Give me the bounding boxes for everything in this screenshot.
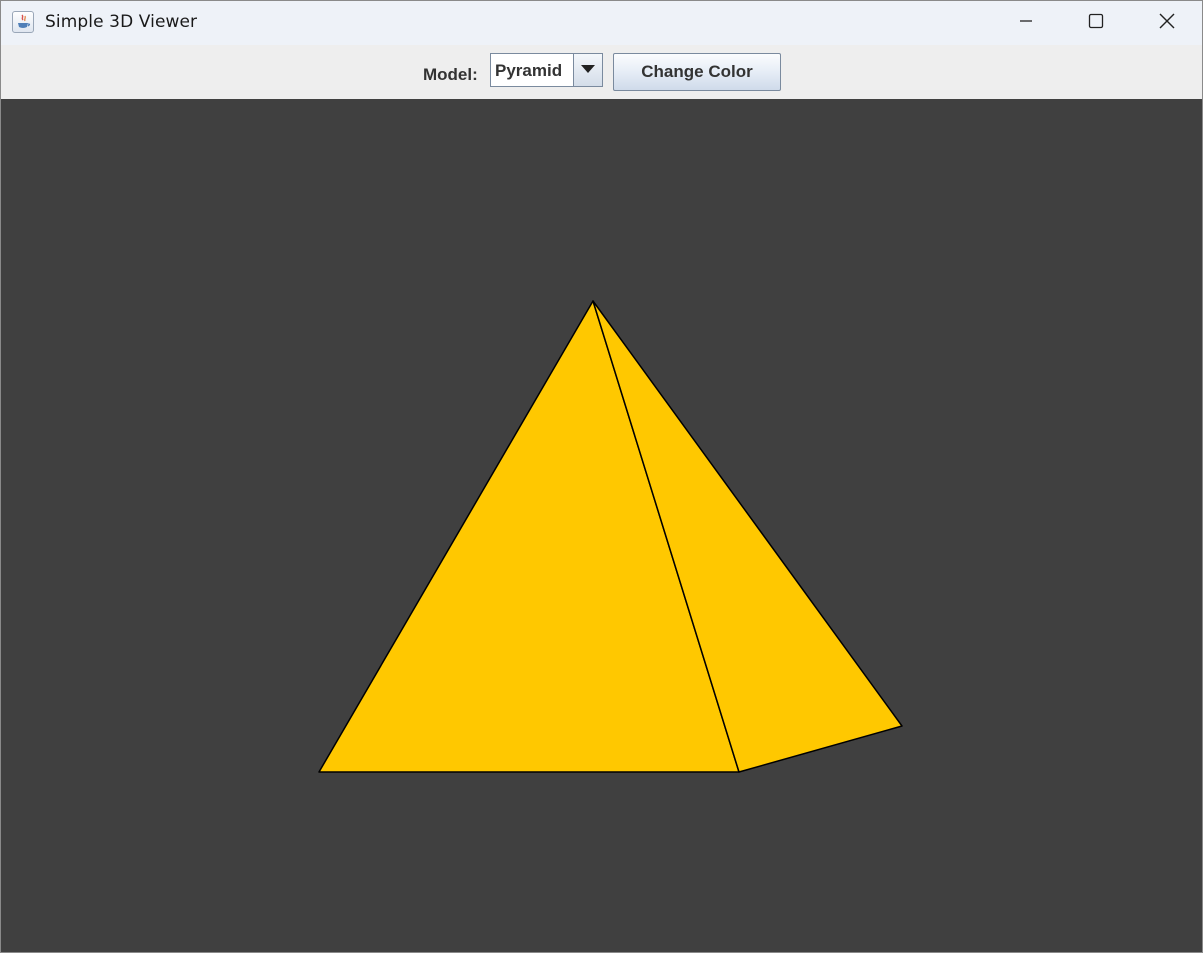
- window-title: Simple 3D Viewer: [45, 12, 198, 32]
- 3d-viewport[interactable]: [1, 99, 1202, 952]
- minimize-icon: [1018, 13, 1034, 34]
- toolbar: Model: Pyramid Change Color: [1, 45, 1202, 99]
- close-icon: [1158, 12, 1176, 35]
- minimize-button[interactable]: [991, 1, 1061, 45]
- maximize-icon: [1088, 13, 1104, 34]
- app-window: Simple 3D Viewer Model: Pyramid Change C…: [0, 0, 1203, 953]
- title-bar[interactable]: Simple 3D Viewer: [1, 1, 1202, 45]
- java-app-icon[interactable]: [12, 11, 34, 33]
- model-select[interactable]: Pyramid: [490, 53, 603, 87]
- chevron-down-icon: [581, 61, 595, 79]
- change-color-button[interactable]: Change Color: [613, 53, 781, 91]
- pyramid-render: [318, 300, 903, 773]
- close-button[interactable]: [1132, 1, 1202, 45]
- maximize-button[interactable]: [1061, 1, 1131, 45]
- model-select-value: Pyramid: [495, 61, 563, 80]
- model-label: Model:: [423, 65, 478, 84]
- model-select-arrow[interactable]: [573, 54, 602, 86]
